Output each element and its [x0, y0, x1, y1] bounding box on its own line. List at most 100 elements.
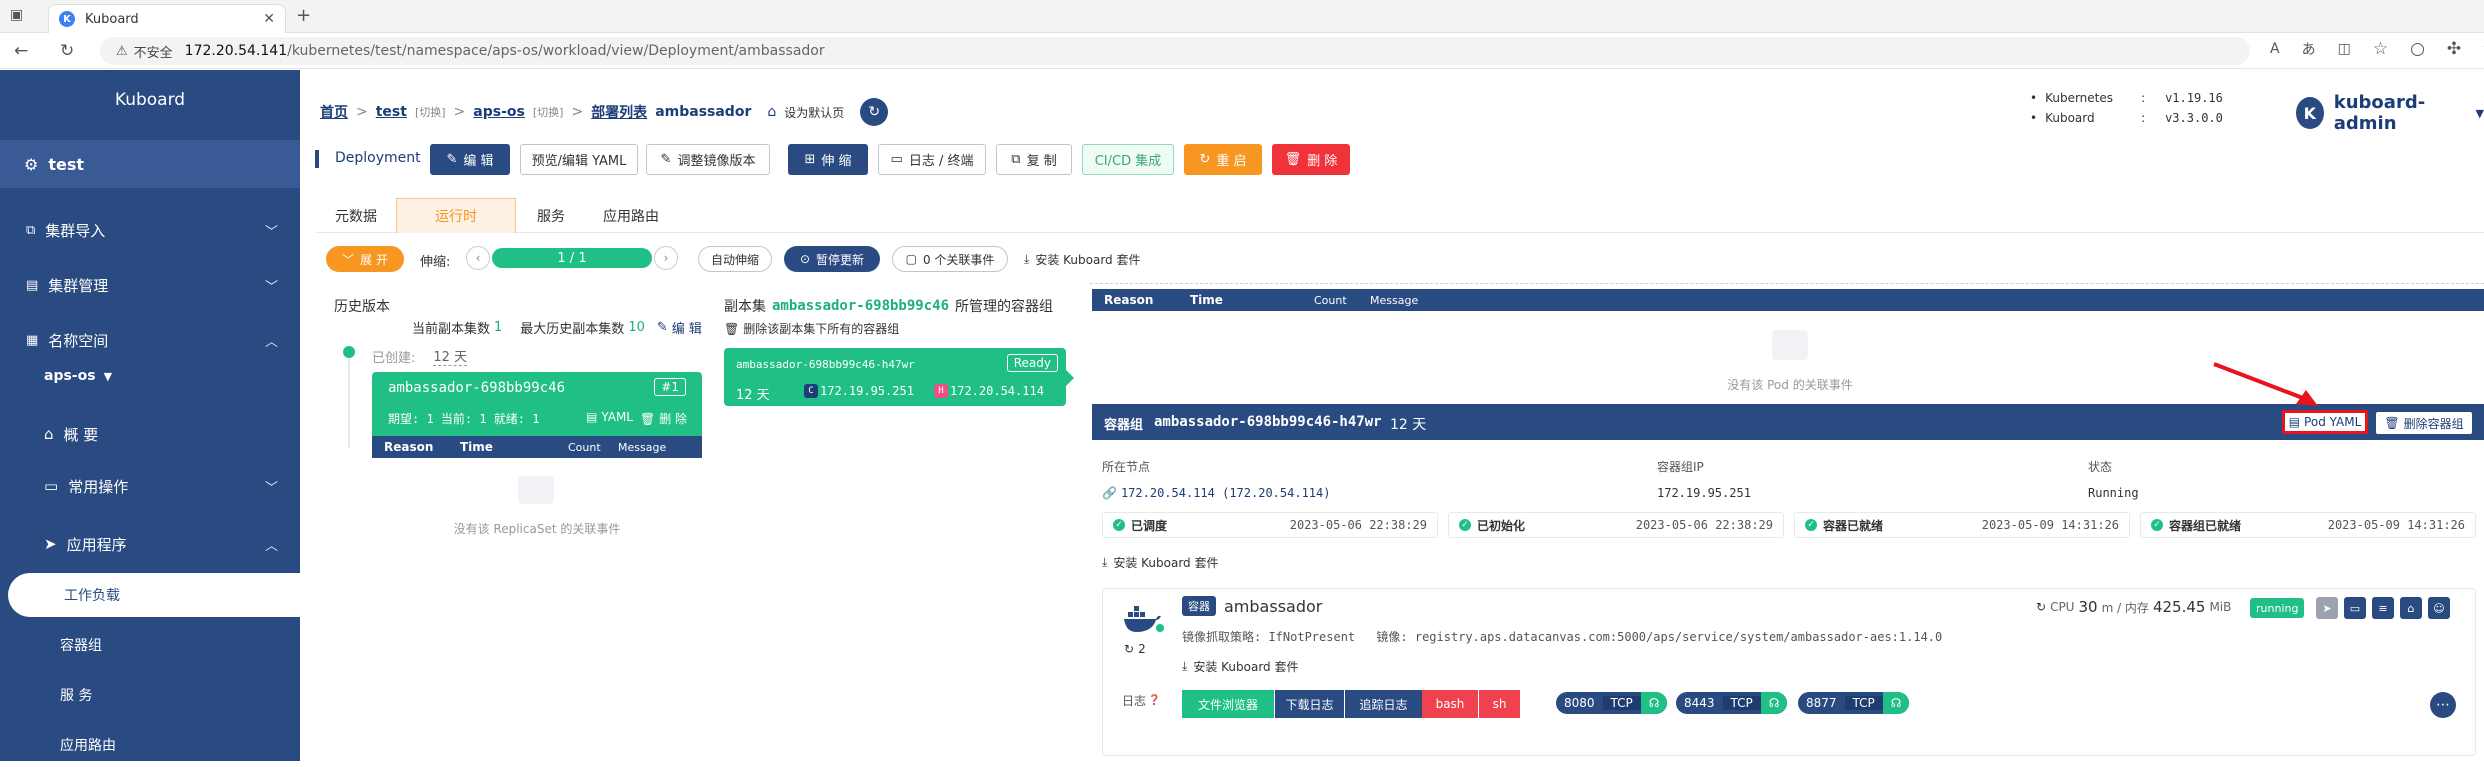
- user-icon[interactable]: ☺: [2428, 597, 2450, 619]
- sidebar-item-cluster-import[interactable]: ⧉ 集群导入 ﹀: [0, 208, 300, 252]
- browser-tab-bar: ▣ K Kuboard ✕ +: [0, 0, 2484, 33]
- user-menu[interactable]: K kuboard-admin ▼: [2296, 92, 2484, 134]
- install-label: 安装 Kuboard 套件: [1113, 556, 1219, 570]
- new-tab-icon[interactable]: +: [296, 5, 311, 26]
- extension-icon[interactable]: ○: [2410, 39, 2425, 59]
- more-actions-icon[interactable]: ⋯: [2430, 692, 2456, 718]
- scale-button[interactable]: ⊞ 伸 缩: [788, 144, 868, 175]
- replicaset-card[interactable]: ambassador-698bb99c46 #1 期望: 1 当前: 1 就绪:…: [372, 372, 702, 436]
- port-8443[interactable]: 8443 TCP ☊: [1676, 692, 1788, 714]
- tab-runtime[interactable]: 运行时: [396, 198, 516, 233]
- browser-tab[interactable]: K Kuboard ✕: [48, 4, 286, 33]
- yaml-button[interactable]: 预览/编辑 YAML: [520, 144, 638, 175]
- resource-usage: ↻ CPU 30 m / 内存 425.45 MiB: [2036, 598, 2231, 616]
- sidebar-item-overview[interactable]: ⌂ 概 要: [0, 412, 300, 456]
- sidebar-item-services[interactable]: 服 务: [0, 673, 300, 717]
- pod-card[interactable]: ambassador-698bb99c46-h47wr Ready 12 天 C…: [724, 348, 1066, 406]
- cluster-item[interactable]: ⚙ test: [0, 140, 300, 188]
- breadcrumb-cluster[interactable]: test: [376, 104, 407, 120]
- breadcrumb-namespace[interactable]: aps-os: [473, 104, 525, 120]
- sidebar-item-common-ops[interactable]: ▭ 常用操作 ﹀: [0, 464, 300, 508]
- edit-button[interactable]: ✎ 编 辑: [430, 144, 510, 175]
- pause-update-button[interactable]: ⊙ 暂停更新: [784, 246, 880, 272]
- col-message: Message: [618, 440, 667, 454]
- port-8877[interactable]: 8877 TCP ☊: [1798, 692, 1910, 714]
- file-browser-button[interactable]: 文件浏览器: [1182, 690, 1274, 718]
- favorite-icon[interactable]: ☆: [2373, 39, 2388, 59]
- condition-time: 2023-05-09 14:31:26: [1981, 518, 2119, 532]
- image-version-button[interactable]: ✎ 调整镜像版本: [646, 144, 770, 175]
- scale-increase-icon[interactable]: ›: [654, 246, 678, 270]
- sidebar-item-apps[interactable]: ➤ 应用程序 ︿: [0, 522, 300, 566]
- autoscale-button[interactable]: 自动伸缩: [698, 246, 772, 272]
- replicaset-yaml-link[interactable]: ▤ YAML: [586, 410, 633, 424]
- condition-scheduled: ✓ 已调度 2023-05-06 22:38:29: [1102, 512, 1438, 538]
- url-input[interactable]: ⚠ 不安全 172.20.54.141 /kubernetes/test/nam…: [100, 37, 2250, 65]
- back-icon[interactable]: ←: [14, 41, 28, 61]
- history-edit-link[interactable]: 编 辑: [672, 318, 702, 337]
- delete-pod-button[interactable]: 🗑 删除容器组: [2376, 412, 2472, 434]
- created-info: 已创建: 12 天: [372, 346, 468, 366]
- tab-services[interactable]: 服务: [516, 198, 586, 233]
- port-8080[interactable]: 8080 TCP ☊: [1556, 692, 1668, 714]
- tab-ingress[interactable]: 应用路由: [586, 198, 676, 233]
- split-screen-icon[interactable]: ◫: [2338, 41, 2351, 57]
- follow-logs-button[interactable]: 追踪日志: [1344, 690, 1422, 718]
- sidebar-item-workloads[interactable]: 工作负载: [8, 573, 300, 617]
- install-kuboard-link[interactable]: ⤓ 安装 Kuboard 套件: [1024, 251, 1140, 268]
- sidebar-item-label: 容器组: [60, 638, 102, 654]
- url-host: 172.20.54.141: [184, 43, 288, 59]
- container-status-dot: [1156, 624, 1164, 632]
- tab-metadata[interactable]: 元数据: [316, 198, 396, 233]
- pod-yaml-button[interactable]: ▤ Pod YAML: [2282, 410, 2368, 434]
- kuboard-favicon-icon: K: [59, 11, 75, 27]
- reload-icon[interactable]: ↻: [60, 41, 74, 61]
- sidebar-item-namespace[interactable]: ▦ 名称空间 ︿: [0, 318, 300, 362]
- close-tab-icon[interactable]: ✕: [263, 11, 275, 27]
- logs-terminal-button[interactable]: ▭ 日志 / 终端: [878, 144, 986, 175]
- breadcrumb-home[interactable]: 首页: [320, 102, 348, 122]
- read-aloud-icon[interactable]: A: [2270, 41, 2280, 57]
- node-link[interactable]: 🔗 172.20.54.114 (172.20.54.114): [1102, 486, 1330, 500]
- sidebar-item-pods[interactable]: 容器组: [0, 623, 300, 667]
- install-label: 安装 Kuboard 套件: [1035, 253, 1141, 267]
- condition-containers-ready: ✓ 容器已就绪 2023-05-09 14:31:26: [1794, 512, 2130, 538]
- database-icon[interactable]: ≡: [2372, 597, 2394, 619]
- bash-button[interactable]: bash: [1422, 690, 1478, 718]
- cicd-button[interactable]: CI/CD 集成: [1082, 144, 1174, 175]
- sidebar-item-ingress[interactable]: 应用路由: [0, 723, 300, 767]
- namespace-selector[interactable]: aps-os ▼: [44, 368, 112, 384]
- download-logs-button[interactable]: 下载日志: [1274, 690, 1344, 718]
- container-install-kuboard-link[interactable]: ⤓ 安装 Kuboard 套件: [1182, 658, 1298, 675]
- autoscale-label: 自动伸缩: [710, 252, 759, 267]
- chevron-down-icon: ﹀: [264, 224, 278, 240]
- puzzle-icon[interactable]: ✣: [2447, 39, 2461, 59]
- window-menu-icon[interactable]: ▣: [10, 7, 23, 23]
- copy-button[interactable]: ⧉ 复 制: [996, 144, 1072, 175]
- disk-icon[interactable]: ▭: [2344, 597, 2366, 619]
- refresh-icon[interactable]: ↻: [2036, 600, 2046, 614]
- condition-time: 2023-05-06 22:38:29: [1635, 518, 1773, 532]
- events-button[interactable]: ▢ 0 个关联事件: [892, 246, 1008, 272]
- sidebar-item-cluster-manage[interactable]: ▤ 集群管理 ﹀: [0, 263, 300, 307]
- breadcrumb-deployment-list[interactable]: 部署列表: [591, 102, 647, 122]
- pod-ip-value: 172.19.95.251: [820, 384, 914, 398]
- terminal-icon[interactable]: ➤: [2316, 597, 2338, 619]
- set-default-link[interactable]: 设为默认页: [784, 104, 844, 121]
- kind-marker: [315, 150, 319, 168]
- cluster-switch-link[interactable]: [切换]: [415, 104, 446, 120]
- sh-button[interactable]: sh: [1478, 690, 1520, 718]
- pod-install-kuboard-link[interactable]: ⤓ 安装 Kuboard 套件: [1102, 554, 1218, 571]
- translate-icon[interactable]: あ: [2302, 39, 2316, 59]
- restart-value: 2: [1138, 642, 1146, 656]
- refresh-icon[interactable]: ↻: [860, 98, 889, 126]
- namespace-switch-link[interactable]: [切换]: [533, 104, 564, 120]
- replicaset-delete-link[interactable]: 🗑 删 除: [640, 410, 687, 427]
- delete-button[interactable]: 🗑 删 除: [1272, 144, 1350, 175]
- restart-button[interactable]: ↻ 重 启: [1184, 144, 1262, 175]
- sidebar: Kuboard ⚙ test ⧉ 集群导入 ﹀ ▤ 集群管理 ﹀ ▦ 名称空间 …: [0, 70, 300, 761]
- expand-button[interactable]: ﹀ 展 开: [326, 246, 404, 272]
- storage-icon[interactable]: ⌂: [2400, 597, 2422, 619]
- scale-decrease-icon[interactable]: ‹: [466, 246, 490, 270]
- delete-all-pods-link[interactable]: 🗑 删除该副本集下所有的容器组: [724, 320, 899, 337]
